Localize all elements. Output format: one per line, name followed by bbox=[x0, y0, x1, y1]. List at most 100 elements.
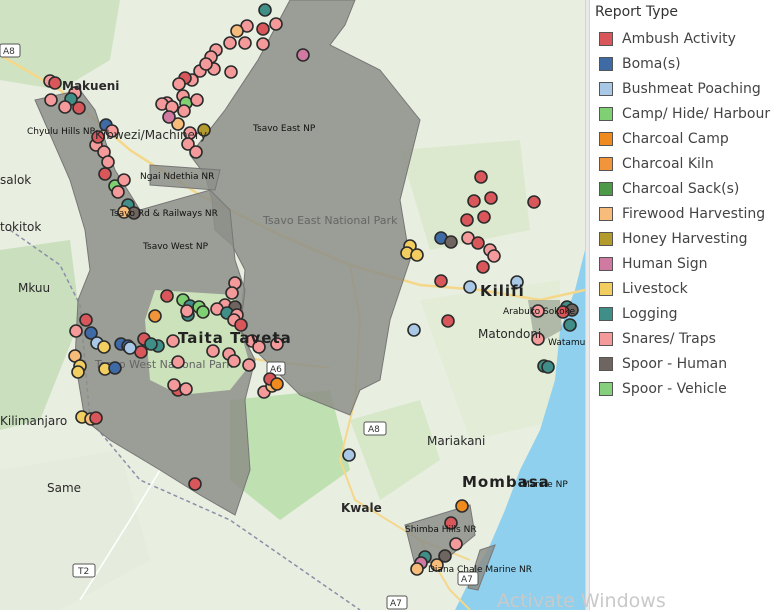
legend-item-snares-traps[interactable]: Snares/ Traps bbox=[599, 326, 716, 351]
report-point[interactable] bbox=[167, 378, 181, 392]
place-label: Mariakani bbox=[427, 434, 485, 448]
report-point[interactable] bbox=[463, 280, 477, 294]
report-point[interactable] bbox=[48, 76, 62, 90]
legend-item-bushmeat-poaching[interactable]: Bushmeat Poaching bbox=[599, 76, 761, 101]
report-point[interactable] bbox=[269, 17, 283, 31]
report-point[interactable] bbox=[97, 340, 111, 354]
report-point[interactable] bbox=[69, 324, 83, 338]
report-point[interactable] bbox=[541, 360, 555, 374]
report-point[interactable] bbox=[108, 361, 122, 375]
report-point[interactable] bbox=[225, 286, 239, 300]
legend-item-livestock[interactable]: Livestock bbox=[599, 276, 688, 301]
legend-item-logging[interactable]: Logging bbox=[599, 301, 678, 326]
report-point[interactable] bbox=[487, 249, 501, 263]
place-label: Marine NP bbox=[522, 480, 568, 490]
report-point[interactable] bbox=[162, 110, 176, 124]
report-point[interactable] bbox=[134, 345, 148, 359]
legend-item-charcoal-sacks[interactable]: Charcoal Sack(s) bbox=[599, 176, 739, 201]
place-label: Matondoni bbox=[478, 327, 541, 341]
legend-label: Ambush Activity bbox=[622, 30, 736, 47]
report-point[interactable] bbox=[484, 191, 498, 205]
report-point[interactable] bbox=[177, 104, 191, 118]
report-point[interactable] bbox=[256, 22, 270, 36]
report-point[interactable] bbox=[180, 304, 194, 318]
report-point[interactable] bbox=[189, 145, 203, 159]
report-point[interactable] bbox=[563, 318, 577, 332]
report-point[interactable] bbox=[71, 365, 85, 379]
legend-item-firewood-harvesting[interactable]: Firewood Harvesting bbox=[599, 201, 765, 226]
legend-label: Logging bbox=[622, 305, 678, 322]
legend-item-honey-harvesting[interactable]: Honey Harvesting bbox=[599, 226, 748, 251]
report-point[interactable] bbox=[171, 355, 185, 369]
report-point[interactable] bbox=[227, 354, 241, 368]
report-point[interactable] bbox=[230, 24, 244, 38]
report-point[interactable] bbox=[258, 3, 272, 17]
report-point[interactable] bbox=[407, 323, 421, 337]
report-point[interactable] bbox=[144, 337, 158, 351]
report-point[interactable] bbox=[179, 382, 193, 396]
legend-swatch bbox=[599, 331, 613, 346]
report-point[interactable] bbox=[441, 314, 455, 328]
legend-item-spoor-human[interactable]: Spoor - Human bbox=[599, 351, 727, 376]
report-point[interactable] bbox=[160, 289, 174, 303]
report-point[interactable] bbox=[342, 448, 356, 462]
legend-item-camp-hide-harbour[interactable]: Camp/ Hide/ Harbour bbox=[599, 101, 770, 126]
report-point[interactable] bbox=[455, 499, 469, 513]
report-point[interactable] bbox=[434, 274, 448, 288]
report-point[interactable] bbox=[449, 537, 463, 551]
report-point[interactable] bbox=[98, 167, 112, 181]
report-point[interactable] bbox=[44, 93, 58, 107]
report-point[interactable] bbox=[117, 173, 131, 187]
report-point[interactable] bbox=[238, 36, 252, 50]
report-point[interactable] bbox=[148, 309, 162, 323]
report-point[interactable] bbox=[196, 305, 210, 319]
report-point[interactable] bbox=[101, 155, 115, 169]
report-point[interactable] bbox=[467, 194, 481, 208]
report-point[interactable] bbox=[476, 260, 490, 274]
report-point[interactable] bbox=[111, 185, 125, 199]
report-point[interactable] bbox=[223, 36, 237, 50]
report-point[interactable] bbox=[256, 37, 270, 51]
report-point[interactable] bbox=[444, 235, 458, 249]
place-label: Taita Taveta bbox=[178, 329, 292, 347]
legend-item-ambush-activity[interactable]: Ambush Activity bbox=[599, 26, 736, 51]
report-point[interactable] bbox=[527, 195, 541, 209]
road-shield: A8 bbox=[363, 421, 387, 436]
legend-label: Camp/ Hide/ Harbour bbox=[622, 105, 771, 122]
legend-item-bomas[interactable]: Boma(s) bbox=[599, 51, 681, 76]
legend-item-human-sign[interactable]: Human Sign bbox=[599, 251, 707, 276]
report-point[interactable] bbox=[123, 341, 137, 355]
report-point[interactable] bbox=[224, 65, 238, 79]
report-point[interactable] bbox=[477, 210, 491, 224]
report-point[interactable] bbox=[79, 313, 93, 327]
report-point[interactable] bbox=[89, 411, 103, 425]
svg-text:A8: A8 bbox=[368, 425, 380, 435]
report-point[interactable] bbox=[58, 100, 72, 114]
legend-label: Honey Harvesting bbox=[622, 230, 748, 247]
legend-swatch bbox=[599, 256, 613, 271]
place-label: Arabuko Sokoke bbox=[503, 307, 576, 317]
place-label: Tsavo East NP bbox=[252, 124, 316, 134]
place-label: Kwale bbox=[341, 501, 382, 515]
legend-panel: Report Type Ambush Activity Boma(s) Bush… bbox=[590, 0, 783, 610]
report-point[interactable] bbox=[474, 170, 488, 184]
report-point[interactable] bbox=[199, 57, 213, 71]
report-point[interactable] bbox=[270, 377, 284, 391]
report-point[interactable] bbox=[410, 248, 424, 262]
report-point[interactable] bbox=[242, 358, 256, 372]
report-point[interactable] bbox=[296, 48, 310, 62]
report-point[interactable] bbox=[190, 93, 204, 107]
legend-item-spoor-vehicle[interactable]: Spoor - Vehicle bbox=[599, 376, 727, 401]
map-view[interactable]: A8 A6 A8 T2 A7 A7 Tsavo East National Pa… bbox=[0, 0, 585, 610]
legend-label: Spoor - Vehicle bbox=[622, 380, 727, 397]
report-point[interactable] bbox=[188, 477, 202, 491]
report-point[interactable] bbox=[172, 77, 186, 91]
legend-item-charcoal-camp[interactable]: Charcoal Camp bbox=[599, 126, 729, 151]
legend-swatch bbox=[599, 306, 613, 321]
report-point[interactable] bbox=[460, 213, 474, 227]
report-point[interactable] bbox=[72, 101, 86, 115]
report-point[interactable] bbox=[410, 562, 424, 576]
map-canvas[interactable]: A8 A6 A8 T2 A7 A7 Tsavo East National Pa… bbox=[0, 0, 585, 610]
report-point[interactable] bbox=[471, 236, 485, 250]
legend-item-charcoal-kiln[interactable]: Charcoal Kiln bbox=[599, 151, 714, 176]
